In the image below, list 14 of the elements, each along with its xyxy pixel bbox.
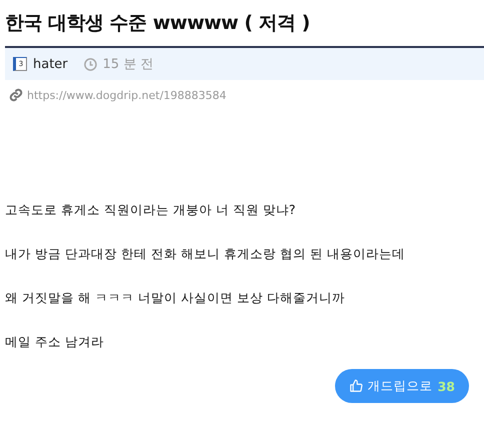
upvote-label: 개드립으로 [368,378,433,394]
upvote-count: 38 [438,378,455,394]
body-paragraph: 왜 거짓말을 해 ㅋㅋㅋ 너말이 사실이면 보상 다해줄거니까 [5,290,346,307]
body-paragraph: 내가 방금 단과대장 한테 전화 해보니 휴게소랑 협의 된 내용이라는데 [5,246,406,263]
body-paragraph: 메일 주소 남겨라 [5,334,105,351]
post-time: 15 분 전 [102,56,154,73]
post-title: 한국 대학생 수준 wwwww ( 저격 ) [5,11,311,36]
link-icon [9,88,23,102]
clock-icon [84,58,97,70]
thumbs-up-icon [348,379,363,393]
post-link[interactable]: https://www.dogdrip.net/198883584 [27,88,226,102]
body-paragraph: 고속도로 휴게소 직원이라는 개붕아 너 직원 맞냐? [5,202,296,219]
author-name[interactable]: hater [33,56,68,72]
upvote-button[interactable]: 개드립으로 38 [334,369,469,403]
